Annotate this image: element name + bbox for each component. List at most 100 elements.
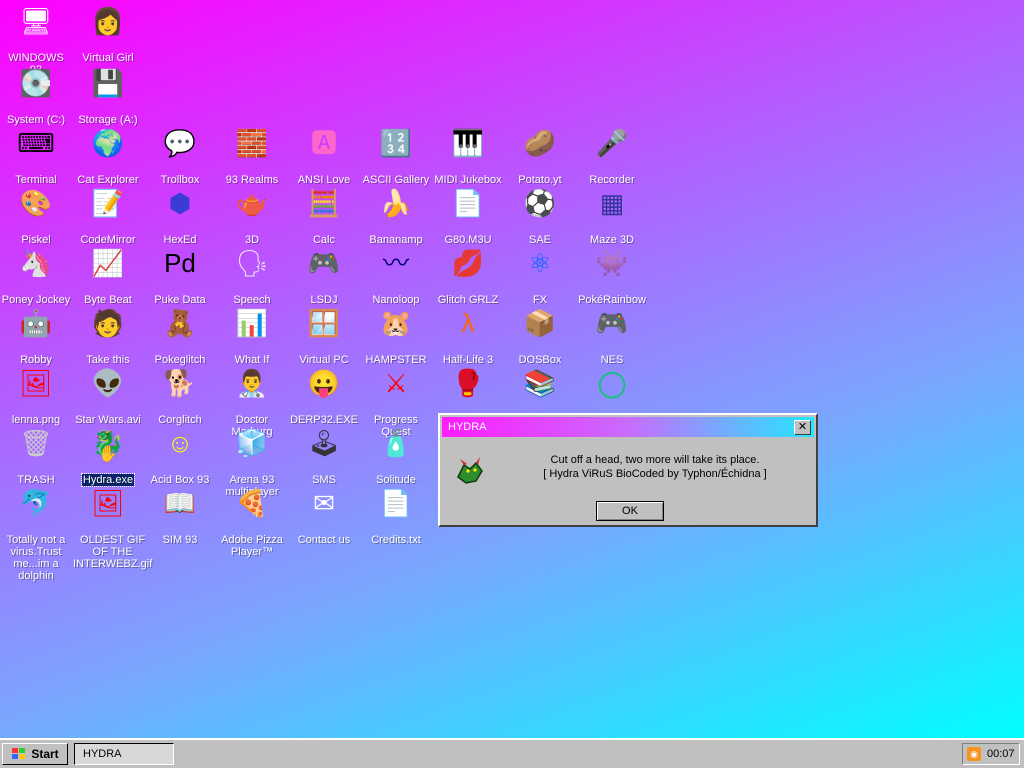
what-if-icon: 📊 [235, 308, 269, 338]
desktop-icon-sae[interactable]: ⚽ SAE [504, 186, 576, 246]
poney-jockey-icon: 🦄 [19, 248, 53, 278]
desktop-icon-label: DERP32.EXE [290, 414, 358, 426]
desktop-icon-oldest-gif[interactable]: 🖼 OLDEST GIF OF THE INTERWEBZ.gif [72, 486, 152, 570]
desktop-icon-fx[interactable]: ⚛ FX [504, 246, 576, 306]
3d-icon: 🫖 [235, 188, 269, 218]
desktop-icon-sim93[interactable]: 📖 SIM 93 [144, 486, 216, 546]
desktop-icon-derp32-exe[interactable]: 😛 DERP32.EXE [288, 366, 360, 426]
fx-icon: ⚛ [528, 248, 552, 278]
dialog-message-line2: [ Hydra ViRuS BioCoded by Typhon/Échidna… [543, 468, 767, 480]
desktop-icon-label: Bananamp [369, 234, 423, 246]
desktop-icon-poney-jockey[interactable]: 🦄 Poney Jockey [0, 246, 72, 306]
desktop-icon-adobe-pizza[interactable]: 🍕 Adobe Pizza Player™ [216, 486, 288, 558]
desktop-icon-maze3d[interactable]: ▦ Maze 3D [576, 186, 648, 246]
desktop-icon-label: Contact us [297, 534, 351, 546]
bananamp-icon: 🍌 [379, 188, 413, 218]
desktop-icon-what-if[interactable]: 📊 What If [216, 306, 288, 366]
desktop-icon-nes[interactable]: 🎮 NES [576, 306, 648, 366]
task-button-hydra[interactable]: HYDRA [74, 743, 174, 765]
desktop-icon-star-wars-avi[interactable]: 👽 Star Wars.avi [72, 366, 144, 426]
desktop-icon-puke-data[interactable]: Pd Puke Data [144, 246, 216, 306]
desktop-icon-label: Pokeglitch [154, 354, 206, 366]
start-button[interactable]: Start [2, 743, 68, 765]
desktop-icon-label: Cat Explorer [77, 174, 139, 186]
sms-icon: 🕹 [307, 428, 341, 458]
solitude-icon: 🧴 [379, 428, 413, 458]
desktop-icon-label: Trollbox [160, 174, 200, 186]
system-tray: ◉ 00:07 [962, 743, 1020, 765]
desktop-icon-calc[interactable]: 🧮 Calc [288, 186, 360, 246]
desktop-icon-label: SIM 93 [162, 534, 198, 546]
desktop-icon-label: CodeMirror [80, 234, 136, 246]
desktop-icon-dosbox[interactable]: 📦 DOSBox [504, 306, 576, 366]
desktop-icon-pokeglitch[interactable]: 🧸 Pokeglitch [144, 306, 216, 366]
maze3d-icon: ▦ [599, 188, 625, 218]
desktop-icon-lsdj[interactable]: 🎮 LSDJ [288, 246, 360, 306]
desktop-icon-g80m3u[interactable]: 📄 G80.M3U [432, 186, 504, 246]
desktop-icon-system-c[interactable]: 💽 System (C:) [0, 66, 72, 126]
desktop-icon-piskel[interactable]: 🎨 Piskel [0, 186, 72, 246]
desktop-icon-robby[interactable]: 🤖 Robby [0, 306, 72, 366]
desktop-icon-credits-txt[interactable]: 📄 Credits.txt [360, 486, 432, 546]
desktop-icon-ansi-love[interactable]: 🅰 ANSI Love [288, 126, 360, 186]
progress-quest-icon: ⚔ [384, 368, 408, 398]
desktop-icon-93realms[interactable]: 🧱 93 Realms [216, 126, 288, 186]
close-button[interactable]: ✕ [794, 419, 811, 435]
desktop-icon-virtual-pc[interactable]: 🪟 Virtual PC [288, 306, 360, 366]
adobe-pizza-icon: 🍕 [235, 488, 269, 518]
system-c-icon: 💽 [19, 68, 53, 98]
desktop-icon-byte-beat[interactable]: 📈 Byte Beat [72, 246, 144, 306]
rss-icon[interactable]: ◉ [967, 747, 981, 761]
take-this-icon: 🧑 [91, 308, 125, 338]
desktop-icon-label: TRASH [17, 474, 55, 486]
desktop-icon-label: PokéRainbow [578, 294, 646, 306]
desktop-icon-nanoloop[interactable]: 〰 Nanoloop [360, 246, 432, 306]
desktop-icon-acid-box-93[interactable]: ☺ Acid Box 93 [144, 426, 216, 486]
storage-a-icon: 💾 [91, 68, 125, 98]
desktop-icon-label: Speech [233, 294, 271, 306]
desktop-icon-take-this[interactable]: 🧑 Take this [72, 306, 144, 366]
desktop-icon-label: Acid Box 93 [150, 474, 210, 486]
speech-icon: 🗣 [235, 248, 269, 278]
desktop-icon-recorder[interactable]: 🎤 Recorder [576, 126, 648, 186]
nes-icon: 🎮 [595, 308, 629, 338]
desktop-icon-hampster[interactable]: 🐹 HAMPSTER [360, 306, 432, 366]
desktop-icon-half-life3[interactable]: λ Half-Life 3 [432, 306, 504, 366]
desktop-icon-storage-a[interactable]: 💾 Storage (A:) [72, 66, 144, 126]
desktop-icon-midi-jukebox[interactable]: 🎹 MIDI Jukebox [432, 126, 504, 186]
desktop-icon-label: Solitude [376, 474, 416, 486]
desktop-icon-label: Byte Beat [84, 294, 132, 306]
desktop-icon-dolphin[interactable]: 🐬 Totally not a virus.Trust me...im a dol… [0, 486, 72, 582]
desktop-icon-3d[interactable]: 🫖 3D [216, 186, 288, 246]
desktop-icon-label: ASCII Gallery [362, 174, 430, 186]
desktop-icon-corglitch[interactable]: 🐕 Corglitch [144, 366, 216, 426]
ok-button[interactable]: OK [596, 501, 664, 521]
pokerainbow-icon: 👾 [595, 248, 629, 278]
arena-93-icon: 🧊 [235, 428, 269, 458]
desktop-icon-contact-us[interactable]: ✉ Contact us [288, 486, 360, 546]
desktop: 🖥 WINDOWS 93 👩 Virtual Girl 💽 System (C:) 💾 Sto… [0, 0, 1024, 738]
dialog-titlebar[interactable]: HYDRA ✕ [442, 417, 814, 437]
desktop-icon-label: SMS [312, 474, 336, 486]
desktop-icon-sms[interactable]: 🕹 SMS [288, 426, 360, 486]
desktop-icon-speech[interactable]: 🗣 Speech [216, 246, 288, 306]
desktop-icon-trash[interactable]: 🗑 TRASH [0, 426, 72, 486]
kof93-icon: 🥊 [451, 368, 485, 398]
desktop-icon-terminal[interactable]: ⌨ Terminal [0, 126, 72, 186]
ascii-gallery-icon: 🔢 [379, 128, 413, 158]
desktop-icon-ascii-gallery[interactable]: 🔢 ASCII Gallery [360, 126, 432, 186]
desktop-icon-codemirror[interactable]: 📝 CodeMirror [72, 186, 144, 246]
desktop-icon-label: Recorder [589, 174, 635, 186]
desktop-icon-glitch-grlz[interactable]: 💋 Glitch GRLZ [432, 246, 504, 306]
glitch-grlz-icon: 💋 [451, 248, 485, 278]
desktop-icon-hexed[interactable]: ⬢ HexEd [144, 186, 216, 246]
desktop-icon-pokerainbow[interactable]: 👾 PokéRainbow [576, 246, 648, 306]
desktop-icon-potatoyt[interactable]: 🥔 Potato.yt [504, 126, 576, 186]
desktop-icon-solitude[interactable]: 🧴 Solitude [360, 426, 432, 486]
desktop-icon-lenna-png[interactable]: 🖼 lenna.png [0, 366, 72, 426]
desktop-icon-bananamp[interactable]: 🍌 Bananamp [360, 186, 432, 246]
desktop-icon-label: 3D [244, 234, 260, 246]
desktop-icon-cat-explorer[interactable]: 🌍 Cat Explorer [72, 126, 144, 186]
desktop-icon-trollbox[interactable]: 💬 Trollbox [144, 126, 216, 186]
desktop-icon-virtual-girl[interactable]: 👩 Virtual Girl [72, 4, 144, 64]
